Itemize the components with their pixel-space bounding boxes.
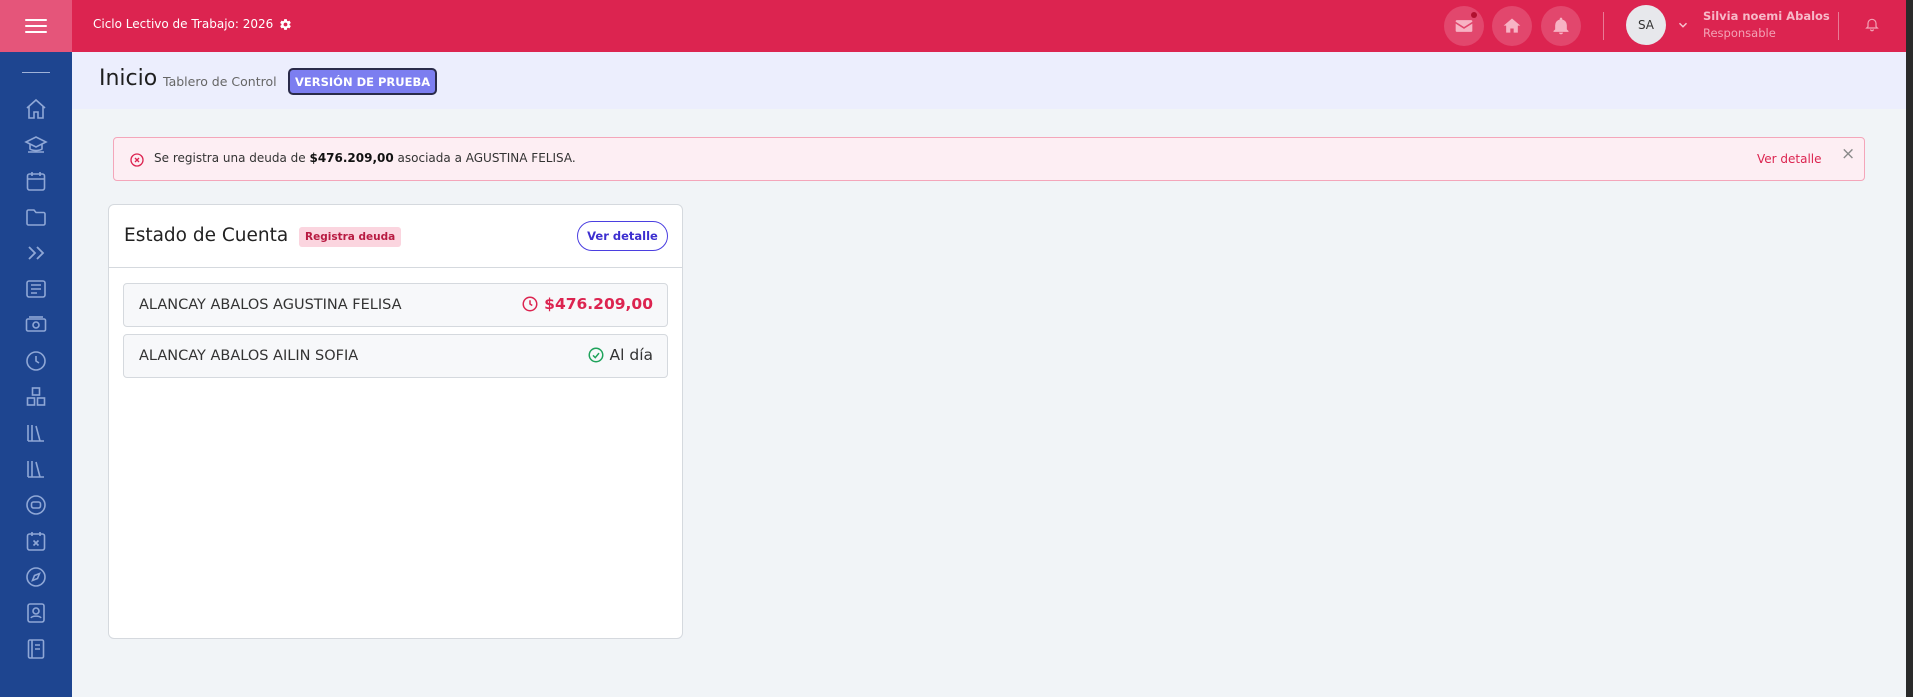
home-button[interactable] bbox=[1492, 6, 1532, 46]
list-item[interactable]: ALANCAY ABALOS AILIN SOFIA Al día bbox=[123, 334, 668, 378]
sidebar-item-academic[interactable] bbox=[24, 133, 48, 157]
sidebar-item-history[interactable] bbox=[24, 349, 48, 373]
alert-detail-link[interactable]: Ver detalle bbox=[1757, 152, 1822, 166]
sidebar-divider bbox=[22, 72, 50, 73]
newspaper-icon bbox=[26, 280, 46, 298]
hamburger-icon bbox=[25, 19, 47, 33]
sidebar-item-tickets[interactable] bbox=[24, 493, 48, 517]
sidebar-item-library[interactable] bbox=[24, 421, 48, 445]
sidebar-item-library-2[interactable] bbox=[24, 457, 48, 481]
money-icon bbox=[25, 316, 47, 332]
avatar[interactable]: SA bbox=[1626, 5, 1666, 45]
bell-icon bbox=[1553, 17, 1569, 35]
close-icon[interactable]: × bbox=[1841, 144, 1855, 164]
page-subtitle: Tablero de Control bbox=[163, 74, 277, 89]
student-name: ALANCAY ABALOS AGUSTINA FELISA bbox=[139, 297, 402, 313]
bell-outline-icon[interactable] bbox=[1864, 16, 1880, 32]
home-icon bbox=[1503, 18, 1521, 33]
sidebar-item-news[interactable] bbox=[24, 277, 48, 301]
alert-amount: $476.209,00 bbox=[309, 151, 394, 165]
view-detail-button[interactable]: Ver detalle bbox=[577, 221, 668, 251]
cycle-selector[interactable]: Ciclo Lectivo de Trabajo: 2026 bbox=[93, 14, 292, 34]
sidebar-item-more[interactable] bbox=[24, 241, 48, 265]
menu-toggle-button[interactable] bbox=[0, 0, 72, 52]
user-name[interactable]: Silvia noemi Abalos bbox=[1703, 9, 1830, 23]
double-chevron-icon bbox=[28, 246, 45, 260]
sidebar-item-files[interactable] bbox=[24, 205, 48, 229]
unread-dot bbox=[1471, 12, 1477, 18]
sidebar-item-home[interactable] bbox=[24, 97, 48, 121]
student-status: Al día bbox=[587, 346, 653, 364]
contact-icon bbox=[27, 603, 45, 623]
library-icon bbox=[27, 425, 44, 442]
gear-icon bbox=[280, 18, 292, 30]
notifications-button[interactable] bbox=[1541, 6, 1581, 46]
alert-message: Se registra una deuda de $476.209,00 aso… bbox=[154, 151, 576, 165]
sidebar-item-notebook[interactable] bbox=[24, 637, 48, 661]
clock-icon bbox=[522, 296, 538, 312]
envelope-icon bbox=[1455, 20, 1473, 32]
home-icon bbox=[26, 98, 46, 119]
library-alt-icon bbox=[27, 461, 44, 478]
chevron-down-icon[interactable] bbox=[1676, 18, 1690, 32]
compass-icon bbox=[26, 567, 46, 587]
sidebar-item-contacts[interactable] bbox=[24, 601, 48, 625]
window-edge bbox=[1906, 0, 1913, 697]
divider bbox=[1838, 12, 1839, 40]
folder-icon bbox=[26, 209, 46, 226]
calendar-icon bbox=[26, 172, 46, 191]
up-to-date-label: Al día bbox=[609, 346, 653, 364]
card-title: Estado de Cuenta bbox=[124, 225, 289, 246]
student-name: ALANCAY ABALOS AILIN SOFIA bbox=[139, 348, 359, 364]
page-title: Inicio bbox=[99, 66, 158, 91]
sidebar-item-payments[interactable] bbox=[24, 313, 48, 337]
student-status: $476.209,00 bbox=[521, 295, 653, 313]
debt-amount: $476.209,00 bbox=[544, 295, 653, 313]
notebook-icon bbox=[27, 639, 45, 659]
divider bbox=[1603, 12, 1604, 40]
calendar-x-icon bbox=[26, 532, 46, 551]
list-item[interactable]: ALANCAY ABALOS AGUSTINA FELISA $476.209,… bbox=[123, 283, 668, 327]
test-version-badge: VERSIÓN DE PRUEBA bbox=[288, 68, 438, 95]
sidebar-item-explore[interactable] bbox=[24, 565, 48, 589]
boxes-icon bbox=[26, 387, 46, 406]
status-badge: Registra deuda bbox=[299, 227, 402, 247]
sidebar-item-calendar[interactable] bbox=[24, 169, 48, 193]
debt-alert: Se registra una deuda de $476.209,00 aso… bbox=[113, 137, 1865, 181]
cycle-label: Ciclo Lectivo de Trabajo: 2026 bbox=[93, 17, 274, 31]
ticket-icon bbox=[26, 495, 46, 515]
account-status-card: Estado de Cuenta Registra deuda Ver deta… bbox=[108, 204, 683, 639]
sidebar-item-resources[interactable] bbox=[24, 385, 48, 409]
user-role: Responsable bbox=[1703, 26, 1776, 40]
error-circle-icon bbox=[130, 153, 144, 167]
check-circle-icon bbox=[588, 347, 604, 363]
top-bar: Ciclo Lectivo de Trabajo: 2026 SA Silvia… bbox=[0, 0, 1906, 52]
card-header: Estado de Cuenta Registra deuda Ver deta… bbox=[109, 205, 682, 268]
clock-icon bbox=[26, 351, 46, 371]
sidebar-item-absences[interactable] bbox=[24, 529, 48, 553]
sidebar bbox=[0, 52, 72, 697]
messages-button[interactable] bbox=[1444, 6, 1484, 46]
graduation-icon bbox=[24, 136, 48, 153]
